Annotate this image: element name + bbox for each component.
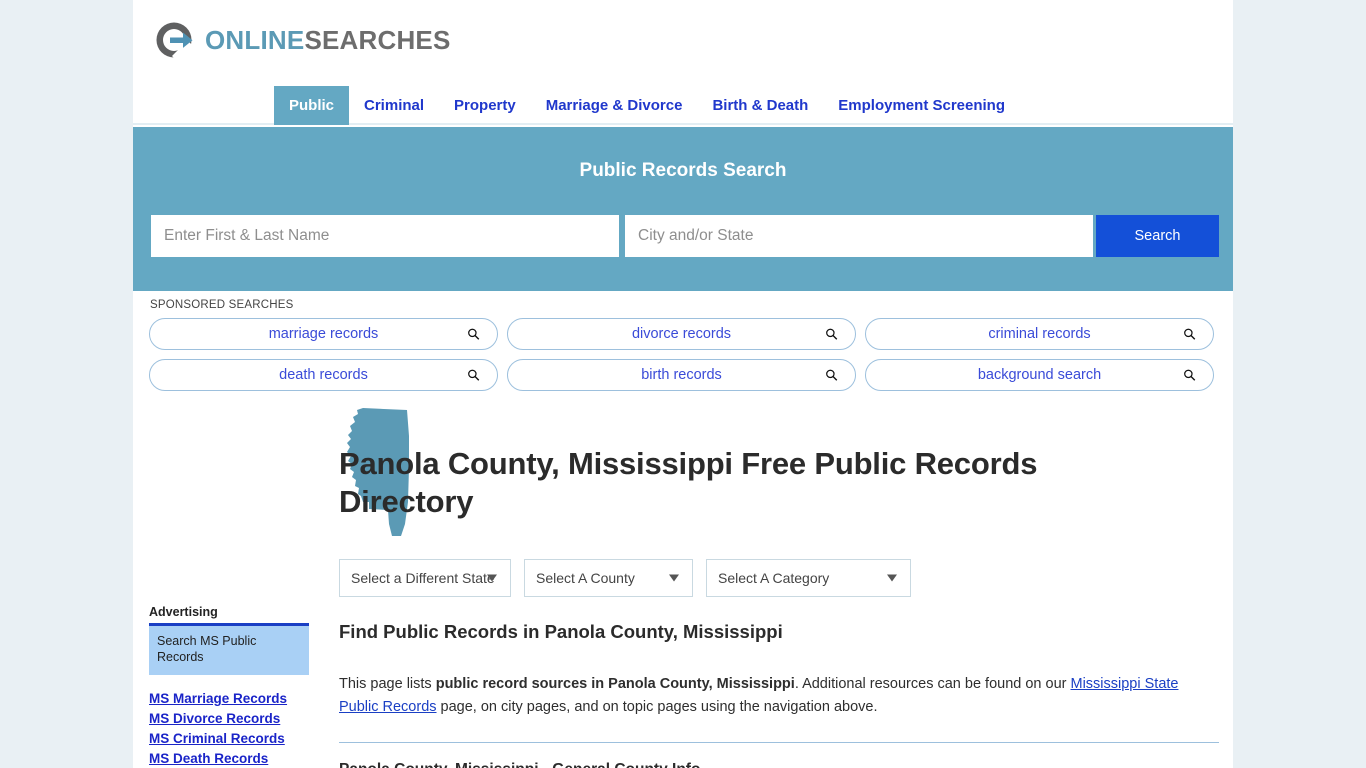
chevron-down-icon bbox=[887, 574, 897, 582]
select-category[interactable]: Select A Category bbox=[706, 559, 911, 597]
logo-word-searches: SEARCHES bbox=[304, 25, 451, 55]
logo-wordmark: ONLINESEARCHES bbox=[205, 27, 451, 53]
search-icon bbox=[468, 328, 480, 340]
sponsored-pill-death-records[interactable]: death records bbox=[149, 359, 498, 391]
page-title: Panola County, Mississippi Free Public R… bbox=[339, 445, 1038, 519]
select-category-label: Select A Category bbox=[718, 570, 830, 586]
tab-birth-death[interactable]: Birth & Death bbox=[697, 86, 823, 125]
sponsored-pill-label: background search bbox=[977, 367, 1102, 383]
section-title: Find Public Records in Panola County, Mi… bbox=[339, 621, 783, 642]
ad-box-text: Search MS Public Records bbox=[157, 634, 257, 664]
tab-criminal[interactable]: Criminal bbox=[349, 86, 439, 125]
select-state[interactable]: Select a Different State bbox=[339, 559, 511, 597]
sponsored-pill-label: criminal records bbox=[988, 326, 1091, 342]
sponsored-pill-label: divorce records bbox=[631, 326, 732, 342]
sidebar-advertising: Advertising Search MS Public Records MS … bbox=[149, 605, 311, 768]
sponsored-pill-criminal-records[interactable]: criminal records bbox=[865, 318, 1214, 350]
sponsored-pill-marriage-records[interactable]: marriage records bbox=[149, 318, 498, 350]
site-logo[interactable]: ONLINESEARCHES bbox=[152, 17, 451, 63]
advertising-label: Advertising bbox=[149, 605, 218, 619]
main-navigation: Public Criminal Property Marriage & Divo… bbox=[133, 86, 1233, 125]
section-divider bbox=[339, 741, 1219, 743]
public-records-search-hero: Public Records Search Search bbox=[133, 127, 1233, 291]
search-icon bbox=[1184, 369, 1196, 381]
search-icon bbox=[468, 369, 480, 381]
chevron-down-icon bbox=[669, 574, 679, 582]
sidebar-link-ms-marriage-records[interactable]: MS Marriage Records bbox=[149, 691, 311, 706]
sponsored-pill-divorce-records[interactable]: divorce records bbox=[507, 318, 856, 350]
content-container: ONLINESEARCHES Public Criminal Property … bbox=[133, 0, 1233, 768]
search-location-input[interactable] bbox=[625, 215, 1093, 257]
ad-box[interactable]: Search MS Public Records bbox=[149, 623, 309, 676]
sponsored-searches-label: SPONSORED SEARCHES bbox=[150, 299, 294, 311]
sponsored-pill-label: birth records bbox=[641, 367, 722, 383]
tab-employment-screening[interactable]: Employment Screening bbox=[823, 86, 1020, 125]
select-county-label: Select A County bbox=[536, 570, 635, 586]
sponsored-pill-label: marriage records bbox=[268, 326, 379, 342]
circle-arrow-logo-icon bbox=[156, 22, 195, 62]
intro-text-part3: page, on city pages, and on topic pages … bbox=[436, 699, 878, 716]
intro-paragraph: This page lists public record sources in… bbox=[339, 673, 1219, 720]
sponsored-pill-background-search[interactable]: background search bbox=[865, 359, 1214, 391]
select-state-label: Select a Different State bbox=[351, 570, 495, 586]
logo-word-online: ONLINE bbox=[205, 25, 305, 55]
subsection-title: Panola County, Mississippi - General Cou… bbox=[339, 761, 1219, 768]
filter-selects: Select a Different State Select A County… bbox=[339, 559, 911, 597]
search-name-input[interactable] bbox=[151, 215, 619, 257]
sidebar-link-ms-criminal-records[interactable]: MS Criminal Records bbox=[149, 731, 311, 746]
search-button[interactable]: Search bbox=[1096, 215, 1219, 257]
select-county[interactable]: Select A County bbox=[524, 559, 693, 597]
intro-text-bold: public record sources in Panola County, … bbox=[435, 676, 795, 692]
chevron-down-icon bbox=[487, 574, 497, 582]
intro-text-part1: This page lists bbox=[339, 676, 436, 692]
sponsored-pill-birth-records[interactable]: birth records bbox=[507, 359, 856, 391]
sidebar-link-list: MS Marriage Records MS Divorce Records M… bbox=[149, 691, 311, 768]
main-article: Find Public Records in Panola County, Mi… bbox=[339, 621, 1219, 768]
search-icon bbox=[826, 369, 838, 381]
search-icon bbox=[826, 328, 838, 340]
intro-text-part2: . Additional resources can be found on o… bbox=[794, 676, 1071, 692]
tab-marriage-divorce[interactable]: Marriage & Divorce bbox=[531, 86, 698, 125]
sidebar-link-ms-divorce-records[interactable]: MS Divorce Records bbox=[149, 711, 311, 726]
hero-title: Public Records Search bbox=[579, 160, 787, 181]
search-icon bbox=[1184, 328, 1196, 340]
search-form: Search bbox=[151, 215, 1219, 257]
sidebar-link-ms-death-records[interactable]: MS Death Records bbox=[149, 751, 311, 766]
sponsored-pill-grid: marriage records divorce records crimina… bbox=[149, 318, 1215, 391]
sponsored-pill-label: death records bbox=[279, 367, 368, 383]
tab-property[interactable]: Property bbox=[439, 86, 531, 125]
page-root: ONLINESEARCHES Public Criminal Property … bbox=[0, 0, 1366, 768]
tab-public[interactable]: Public bbox=[274, 86, 350, 125]
